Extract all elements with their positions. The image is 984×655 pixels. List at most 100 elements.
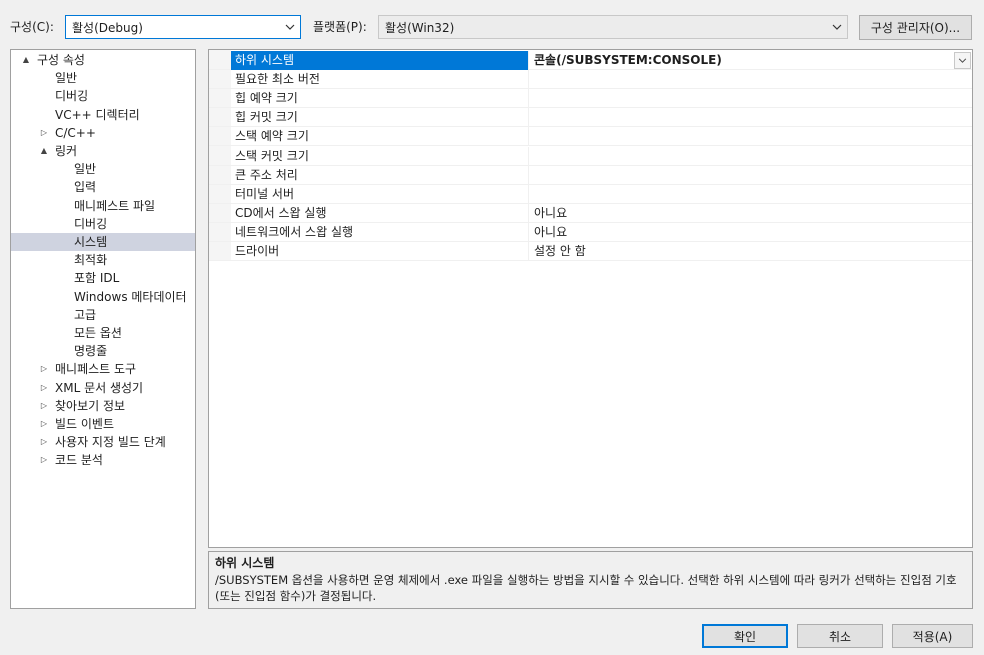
property-value[interactable]: 아니요 bbox=[529, 204, 972, 223]
tree-item-label: 디버깅 bbox=[74, 216, 108, 231]
tree-item-label: 명령줄 bbox=[74, 344, 108, 359]
grid-row[interactable]: 스택 예약 크기 bbox=[209, 127, 972, 147]
tree-item[interactable]: ▷ 코드 분석 bbox=[11, 451, 195, 469]
tree-item-label: 찾아보기 정보 bbox=[55, 398, 126, 413]
tree-item[interactable]: 명령줄 bbox=[11, 342, 195, 360]
tree-item[interactable]: 입력 bbox=[11, 178, 195, 196]
collapsed-arrow-icon[interactable]: ▷ bbox=[39, 397, 49, 415]
tree-item[interactable]: 고급 bbox=[11, 306, 195, 324]
tree-item[interactable]: 포함 IDL bbox=[11, 269, 195, 287]
property-value[interactable] bbox=[529, 89, 972, 108]
cancel-button[interactable]: 취소 bbox=[797, 624, 883, 648]
tree-item[interactable]: ▲ 링커 bbox=[11, 142, 195, 160]
grid-row[interactable]: 힙 커밋 크기 bbox=[209, 108, 972, 128]
property-name: 하위 시스템 bbox=[231, 51, 529, 70]
tree-item-label: C/C++ bbox=[55, 125, 96, 140]
config-select[interactable]: 활성(Debug) bbox=[65, 15, 301, 39]
tree-item-label: 고급 bbox=[74, 307, 97, 322]
property-grid: 하위 시스템 콘솔(/SUBSYSTEM:CONSOLE) 필요한 최소 버전 힙 예… bbox=[208, 49, 973, 548]
property-name: 힙 커밋 크기 bbox=[231, 108, 529, 128]
grid-row[interactable]: 하위 시스템 콘솔(/SUBSYSTEM:CONSOLE) bbox=[209, 51, 972, 70]
chevron-down-icon[interactable] bbox=[954, 52, 971, 69]
property-value[interactable]: 콘솔(/SUBSYSTEM:CONSOLE) bbox=[529, 51, 972, 70]
property-value[interactable] bbox=[529, 70, 972, 89]
tree-item[interactable]: ▷ XML 문서 생성기 bbox=[11, 379, 195, 397]
tree-item[interactable]: 일반 bbox=[11, 69, 195, 87]
property-name: 큰 주소 처리 bbox=[231, 165, 529, 185]
tree-item-label: 구성 속성 bbox=[37, 53, 85, 67]
description-title: 하위 시스템 bbox=[215, 556, 275, 570]
tree-item[interactable]: ▷ 사용자 지정 빌드 단계 bbox=[11, 433, 195, 451]
tree-item-label: 시스템 bbox=[74, 235, 108, 249]
tree-item[interactable]: ▷ 매니페스트 도구 bbox=[11, 360, 195, 378]
tree-item[interactable]: VC++ 디렉터리 bbox=[11, 106, 195, 124]
property-name: 필요한 최소 버전 bbox=[231, 70, 529, 90]
property-value[interactable] bbox=[529, 147, 972, 166]
tree-item[interactable]: Windows 메타데이터 bbox=[11, 288, 195, 306]
property-value[interactable] bbox=[529, 166, 972, 185]
grid-row[interactable]: 힙 예약 크기 bbox=[209, 89, 972, 109]
property-name: 네트워크에서 스왑 실행 bbox=[231, 222, 529, 242]
tree-item[interactable]: 최적화 bbox=[11, 251, 195, 269]
property-name: CD에서 스왑 실행 bbox=[231, 203, 529, 223]
tree-item-label: XML 문서 생성기 bbox=[55, 380, 144, 395]
tree-item[interactable]: ▷ 찾아보기 정보 bbox=[11, 397, 195, 415]
tree-item[interactable]: ▷ 빌드 이벤트 bbox=[11, 415, 195, 433]
config-select-value: 활성(Debug) bbox=[72, 20, 143, 35]
tree-item-label: 코드 분석 bbox=[55, 453, 103, 468]
tree-item[interactable]: 디버깅 bbox=[11, 215, 195, 233]
property-name: 스택 예약 크기 bbox=[231, 127, 529, 147]
ok-button[interactable]: 확인 bbox=[702, 624, 788, 648]
chevron-down-icon bbox=[284, 21, 296, 33]
property-name: 드라이버 bbox=[231, 242, 529, 261]
config-label: 구성(C): bbox=[10, 20, 54, 34]
config-manager-button[interactable]: 구성 관리자(O)... bbox=[859, 15, 972, 40]
tree-item[interactable]: 일반 bbox=[11, 160, 195, 178]
tree-item-label: 사용자 지정 빌드 단계 bbox=[55, 435, 166, 450]
expanded-arrow-icon[interactable]: ▲ bbox=[39, 142, 49, 160]
grid-row[interactable]: 필요한 최소 버전 bbox=[209, 70, 972, 90]
property-value[interactable]: 아니요 bbox=[529, 223, 972, 242]
property-name: 힙 예약 크기 bbox=[231, 89, 529, 109]
tree-item[interactable]: ▷ C/C++ bbox=[11, 124, 195, 142]
tree-item[interactable]: 시스템 bbox=[11, 233, 195, 251]
collapsed-arrow-icon[interactable]: ▷ bbox=[39, 451, 49, 469]
platform-select[interactable]: 활성(Win32) bbox=[378, 15, 848, 39]
tree-item-label: 일반 bbox=[55, 71, 78, 86]
grid-row[interactable]: 터미널 서버 bbox=[209, 184, 972, 204]
tree-list: ▲ 구성 속성 일반 디버깅 VC++ 디렉터리 ▷ C/C++ ▲ 링커 일반 입력 매니페스트 파… bbox=[11, 50, 195, 608]
property-name: 터미널 서버 bbox=[231, 184, 529, 204]
description-panel: 하위 시스템 /SUBSYSTEM 옵션을 사용하면 운영 체제에서 .exe … bbox=[208, 551, 973, 609]
tree-item-label: 입력 bbox=[74, 180, 97, 195]
tree-item-label: 링커 bbox=[55, 144, 78, 158]
grid-row[interactable]: 네트워크에서 스왑 실행 아니요 bbox=[209, 222, 972, 242]
tree-item-label: 최적화 bbox=[74, 253, 108, 268]
expanded-arrow-icon[interactable]: ▲ bbox=[21, 51, 31, 69]
property-value[interactable]: 설정 안 함 bbox=[529, 242, 972, 261]
property-value[interactable] bbox=[529, 108, 972, 127]
grid-row[interactable]: CD에서 스왑 실행 아니요 bbox=[209, 203, 972, 223]
tree-item-label: 매니페스트 파일 bbox=[74, 198, 156, 213]
tree-item-label: 모든 옵션 bbox=[74, 326, 122, 340]
tree-item[interactable]: 디버깅 bbox=[11, 87, 195, 105]
collapsed-arrow-icon[interactable]: ▷ bbox=[39, 415, 49, 433]
grid-rows: 하위 시스템 콘솔(/SUBSYSTEM:CONSOLE) 필요한 최소 버전 힙 예… bbox=[209, 50, 972, 547]
collapsed-arrow-icon[interactable]: ▷ bbox=[39, 433, 49, 451]
chevron-down-icon bbox=[831, 21, 843, 33]
tree-item-label: Windows 메타데이터 bbox=[74, 289, 187, 304]
tree-item[interactable]: 모든 옵션 bbox=[11, 324, 195, 342]
grid-row[interactable]: 스택 커밋 크기 bbox=[209, 146, 972, 166]
apply-button[interactable]: 적용(A) bbox=[892, 624, 973, 648]
description-text: /SUBSYSTEM 옵션을 사용하면 운영 체제에서 .exe 파일을 실행하… bbox=[215, 573, 957, 603]
property-value[interactable] bbox=[529, 185, 972, 204]
collapsed-arrow-icon[interactable]: ▷ bbox=[39, 124, 49, 142]
collapsed-arrow-icon[interactable]: ▷ bbox=[39, 360, 49, 378]
collapsed-arrow-icon[interactable]: ▷ bbox=[39, 379, 49, 397]
tree-item[interactable]: 매니페스트 파일 bbox=[11, 197, 195, 215]
property-value[interactable] bbox=[529, 127, 972, 146]
tree-item-label: VC++ 디렉터리 bbox=[55, 107, 140, 122]
grid-row[interactable]: 큰 주소 처리 bbox=[209, 165, 972, 185]
tree-item-label: 디버깅 bbox=[55, 89, 89, 104]
tree-item[interactable]: ▲ 구성 속성 bbox=[11, 51, 195, 69]
grid-row[interactable]: 드라이버 설정 안 함 bbox=[209, 242, 972, 261]
